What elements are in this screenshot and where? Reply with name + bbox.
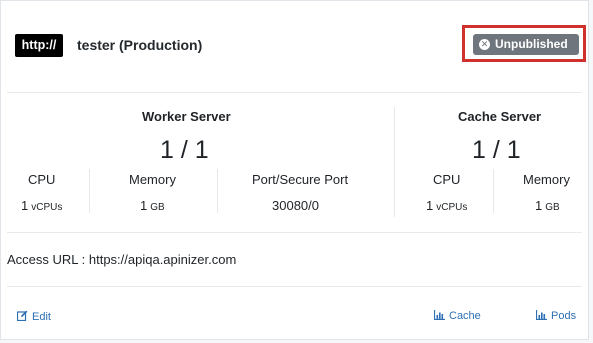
protocol-badge: http:// [15, 34, 63, 57]
chart-icon [535, 310, 547, 323]
cache-cpu-separator [493, 169, 494, 213]
cache-link[interactable]: Cache [433, 310, 481, 323]
pods-link[interactable]: Pods [535, 310, 577, 323]
card-header: http:// tester (Production) ✕ Unpublishe… [1, 1, 588, 91]
edit-link[interactable]: Edit [16, 310, 51, 324]
worker-memory-separator [217, 169, 218, 213]
status-label: Unpublished [495, 37, 568, 51]
cache-cpu-label: CPU [433, 172, 461, 187]
cache-cpu-value: 1 vCPUs [426, 198, 467, 213]
worker-memory-number: 1 [140, 198, 148, 213]
worker-cpu-value: 1 vCPUs [21, 198, 62, 213]
chart-icon [433, 310, 445, 323]
cache-memory-unit: GB [545, 202, 560, 213]
worker-cpu-label: CPU [28, 172, 56, 187]
x-circle-icon: ✕ [479, 39, 490, 50]
environment-card: http:// tester (Production) ✕ Unpublishe… [0, 0, 589, 340]
environment-title: tester (Production) [77, 37, 203, 53]
metrics-divider [7, 232, 582, 233]
worker-port-value: 30080/0 [272, 198, 319, 213]
server-column-separator [394, 107, 395, 217]
worker-server-ratio: 1 / 1 [160, 136, 209, 164]
worker-cpu-separator [89, 169, 90, 213]
cache-memory-value: 1 GB [535, 198, 560, 213]
cache-label: Cache [449, 310, 481, 322]
worker-server-title: Worker Server [142, 109, 231, 124]
footer-divider [7, 286, 582, 287]
worker-port-label: Port/Secure Port [252, 172, 349, 187]
cache-memory-label: Memory [523, 172, 570, 187]
cache-cpu-number: 1 [426, 198, 434, 213]
cache-server-ratio: 1 / 1 [472, 136, 521, 164]
pods-label: Pods [551, 310, 577, 322]
cache-server-title: Cache Server [458, 109, 542, 124]
worker-memory-unit: GB [150, 202, 165, 213]
edit-label: Edit [32, 311, 51, 323]
edit-icon [16, 310, 28, 324]
status-badge[interactable]: ✕ Unpublished [473, 34, 579, 55]
worker-cpu-unit: vCPUs [31, 202, 63, 213]
header-divider [7, 92, 582, 93]
worker-memory-value: 1 GB [140, 198, 165, 213]
access-url: Access URL : https://apiqa.apinizer.com [7, 252, 237, 267]
worker-cpu-number: 1 [21, 198, 29, 213]
worker-memory-label: Memory [129, 172, 176, 187]
cache-cpu-unit: vCPUs [436, 202, 468, 213]
cache-memory-number: 1 [535, 198, 543, 213]
